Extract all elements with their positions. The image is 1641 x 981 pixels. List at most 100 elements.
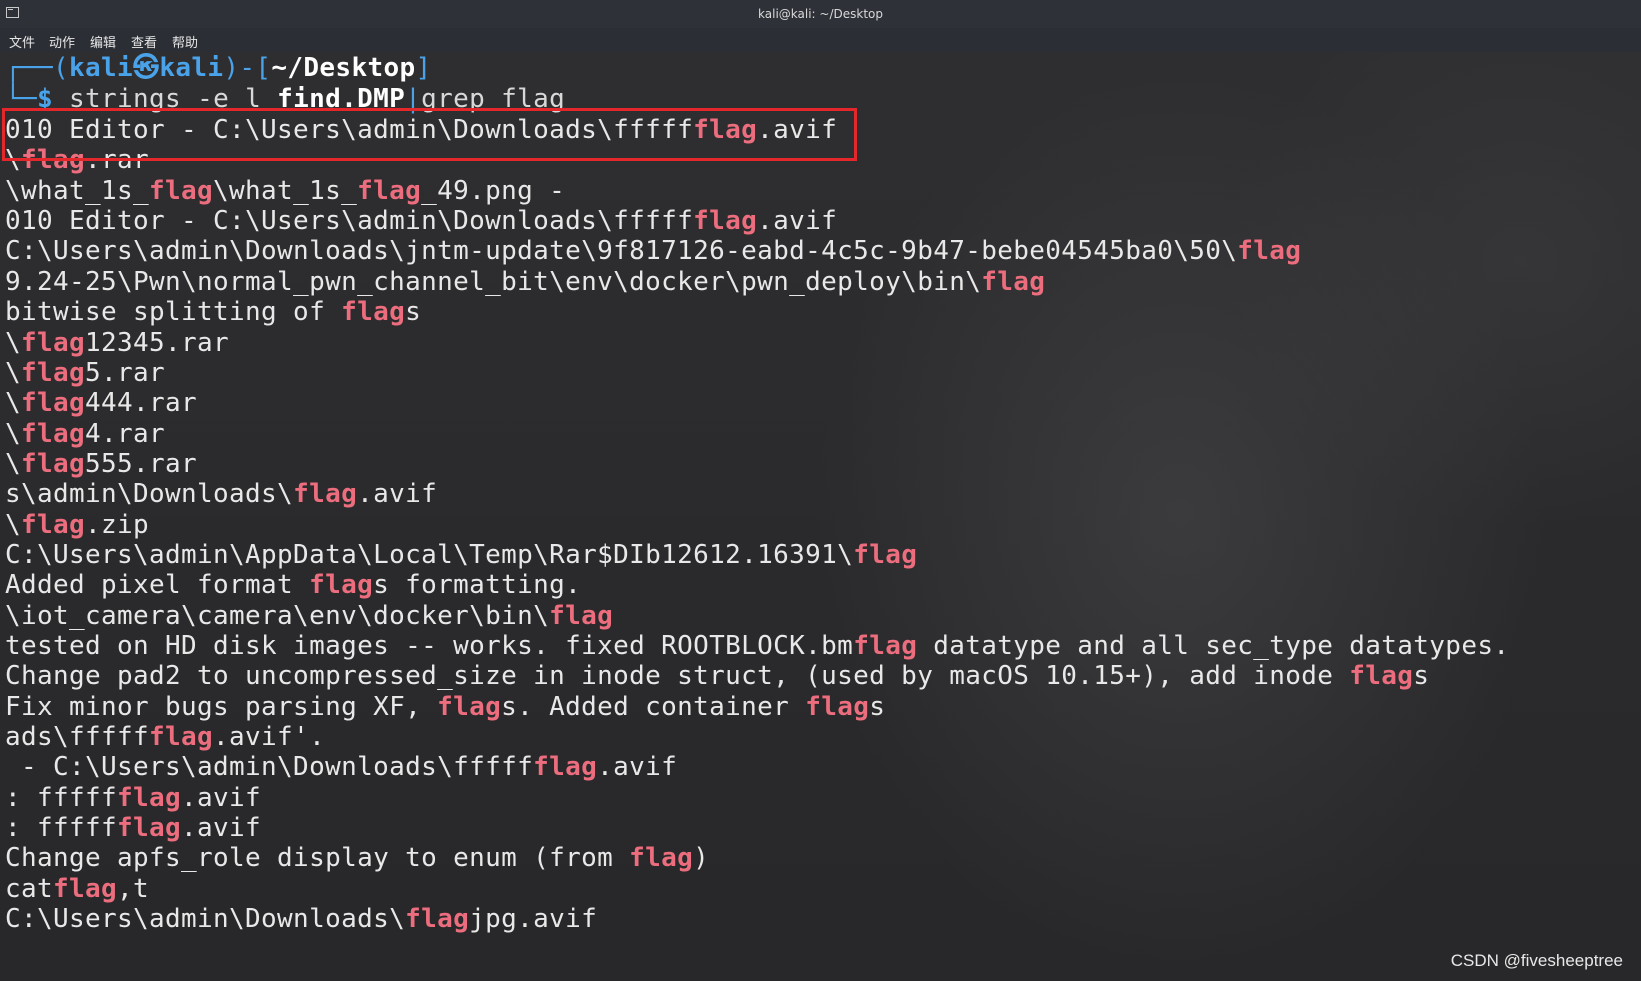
output-text: s\admin\Downloads\ [5,479,294,510]
output-text: Fix minor bugs parsing XF, [5,691,438,722]
output-text: \what_1s_ [5,175,150,206]
prompt-frame: ┌──( [5,53,70,83]
output-text: C:\Users\admin\Downloads\jntm-update\9f8… [5,236,1238,267]
terminal-output[interactable]: ┌──(kali㉿kali)-[~/Desktop] └─$ strings -… [0,52,1641,981]
output-text: .avif'. [213,722,326,752]
output-text: .avif [181,813,262,844]
title-bar[interactable]: kali@kali: ~/Desktop [0,0,1641,28]
output-line: C:\Users\admin\Downloads\jntm-update\9f8… [5,236,1301,267]
match-highlight: flag [21,327,86,358]
prompt-line: ┌──(kali㉿kali)-[~/Desktop] [5,53,431,84]
menu-action[interactable]: 动作 [49,32,75,51]
output-text: Change pad2 to uncompressed_size in inod… [5,661,1350,692]
match-highlight: flag [533,752,598,783]
output-line: Change apfs_role display to enum (from f… [5,843,709,874]
output-text: 5.rar [85,357,166,388]
match-highlight: flag [629,843,694,874]
output-text: \ [5,418,22,449]
output-line: 010 Editor - C:\Users\admin\Downloads\ff… [5,206,837,237]
output-line: \flag.zip [5,510,149,541]
output-text: ) [693,843,710,874]
prompt-directory: ~/Desktop [271,53,416,83]
output-line: 9.24-25\Pwn\normal_pwn_channel_bit\env\d… [5,267,1045,298]
match-highlight: flag [1237,236,1302,267]
match-highlight: flag [853,539,918,570]
output-line: catflag,t [5,874,149,905]
output-text: .avif [757,206,838,237]
output-text: 9.24-25\Pwn\normal_pwn_channel_bit\env\d… [5,266,982,297]
output-text: : fffff [5,813,118,844]
menu-edit[interactable]: 编辑 [90,32,116,51]
output-line: \flag12345.rar [5,328,229,359]
output-text: Change apfs_role display to enum (from [5,843,630,874]
output-line: - C:\Users\admin\Downloads\fffffflag.avi… [5,752,677,783]
menu-view[interactable]: 查看 [131,32,157,51]
output-line: \flag555.rar [5,449,197,480]
output-text: \iot_camera\camera\env\docker\bin\ [5,600,550,631]
output-line: \what_1s_flag\what_1s_flag_49.png - [5,176,565,207]
output-text: s [405,297,422,328]
output-text: .zip [85,509,150,540]
output-text: 4.rar [85,418,166,449]
output-text: 444.rar [85,388,198,419]
match-highlight: flag [853,631,918,661]
output-line: tested on HD disk images -- works. fixed… [5,631,1509,662]
output-text: jpg.avif [469,904,598,935]
output-text: ads\fffff [5,722,150,752]
output-line: s\admin\Downloads\flag.avif [5,479,437,510]
output-text: 555.rar [85,448,198,479]
match-highlight: flag [405,904,470,935]
match-highlight: flag [149,722,214,752]
output-text: .avif [181,782,262,813]
output-text: cat [5,873,54,904]
match-highlight: flag [437,691,502,722]
terminal-window: kali@kali: ~/Desktop 文件 动作 编辑 查看 帮助 ┌──(… [0,0,1641,981]
output-line: C:\Users\admin\Downloads\flagjpg.avif [5,904,597,935]
output-line: Added pixel format flags formatting. [5,570,581,601]
match-highlight: flag [21,448,86,479]
output-text: 12345.rar [85,327,230,358]
match-highlight: flag [149,175,214,206]
window-title: kali@kali: ~/Desktop [758,7,883,21]
output-line: : fffffflag.avif [5,783,261,814]
match-highlight: flag [357,175,422,206]
output-line: Fix minor bugs parsing XF, flags. Added … [5,692,885,723]
match-highlight: flag [693,206,758,237]
menu-help[interactable]: 帮助 [172,32,198,51]
output-text: datatype and all sec_type datatypes. [917,631,1510,661]
match-highlight: flag [805,691,870,722]
output-line: \flag4.rar [5,419,165,450]
match-highlight: flag [21,357,86,388]
output-text: .avif [597,752,678,783]
output-text: \ [5,388,22,419]
match-highlight: flag [21,418,86,449]
menu-file[interactable]: 文件 [9,32,35,51]
match-highlight: flag [117,813,182,844]
output-text: ,t [117,873,150,904]
output-text: tested on HD disk images -- works. fixed… [5,631,854,661]
output-text: - C:\Users\admin\Downloads\fffff [5,752,534,783]
output-text: Added pixel format [5,570,310,601]
red-highlight-box [2,108,857,161]
match-highlight: flag [309,570,374,601]
output-text: : fffff [5,782,118,813]
output-text: .avif [357,479,438,510]
output-line: : fffffflag.avif [5,813,261,844]
output-line: \iot_camera\camera\env\docker\bin\flag [5,601,613,632]
output-text: s formatting. [373,570,582,601]
match-highlight: flag [341,297,406,328]
output-line: \flag444.rar [5,388,197,419]
output-line: bitwise splitting of flags [5,297,421,328]
output-text: \ [5,448,22,479]
match-highlight: flag [981,266,1046,297]
match-highlight: flag [293,479,358,510]
match-highlight: flag [53,873,118,904]
menu-bar: 文件 动作 编辑 查看 帮助 [0,28,1641,52]
output-line: ads\fffffflag.avif'. [5,722,325,753]
match-highlight: flag [549,600,614,631]
output-text: \what_1s_ [213,175,358,206]
output-text: bitwise splitting of [5,297,342,328]
output-text: s [1413,661,1430,692]
output-text: C:\Users\admin\Downloads\ [5,904,406,935]
match-highlight: flag [117,782,182,813]
